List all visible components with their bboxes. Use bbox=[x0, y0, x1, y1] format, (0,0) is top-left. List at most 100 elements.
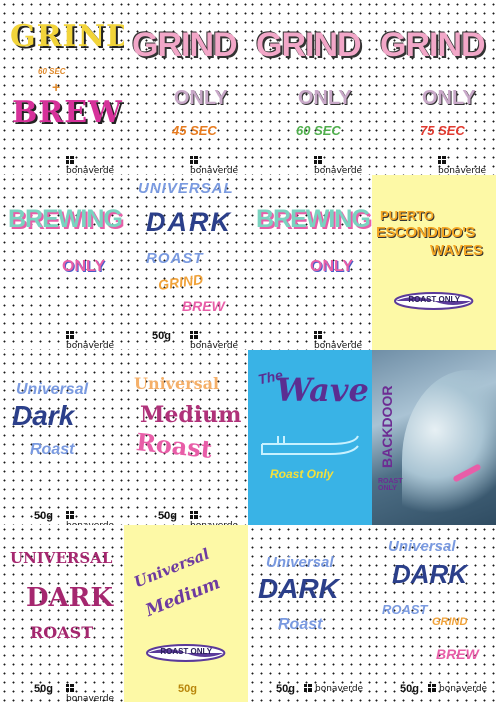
card-line-2: Dark bbox=[12, 400, 75, 431]
weight-label: 50g bbox=[152, 330, 171, 342]
card-grind-only-60: GRIND ONLY 60 SEC bonaverde bbox=[248, 0, 372, 175]
wave-photo bbox=[402, 370, 496, 520]
card-line-3: Roast bbox=[278, 616, 323, 633]
card-line-2: DARK bbox=[258, 573, 339, 604]
card-subtitle: 60 SEC bbox=[38, 67, 66, 76]
brand-logo-icon bbox=[190, 156, 198, 164]
brand-mark: bonaverde bbox=[314, 156, 372, 175]
card-grind-brew: GRIND 60 SEC + BREW bonaverde bbox=[0, 0, 124, 175]
card-grind-only-45: GRIND ONLY 45 SEC bonaverde bbox=[124, 0, 248, 175]
card-line-1: PUERTO bbox=[380, 208, 434, 223]
card-line-3: WAVES bbox=[430, 242, 484, 259]
card-line-1: Universal bbox=[266, 554, 334, 571]
card-time: 75 SEC bbox=[420, 123, 465, 138]
card-universal-dark-grind-brew: UNIVERSAL DARK ROAST GRIND BREW 50g bona… bbox=[124, 175, 248, 350]
brand-logo-icon bbox=[314, 331, 322, 339]
card-universal-medium-roast-only: Universal Medium ROAST ONLY 50g bbox=[124, 525, 248, 702]
surfboard-badge: ROAST ONLY bbox=[146, 643, 226, 663]
card-universal-dark-roast-grind-brew: Universal DARK ROAST GRIND BREW 50g bona… bbox=[372, 525, 496, 702]
card-brewing-only: BREWING ONLY bonaverde bbox=[0, 175, 124, 350]
card-line-3: Roast bbox=[30, 441, 75, 458]
weight-label: 50g bbox=[34, 510, 53, 522]
weight-label: 50g bbox=[34, 683, 53, 695]
card-line-1: UNIVERSAL bbox=[138, 180, 234, 197]
brand-mark: bonaverde bbox=[66, 511, 124, 525]
badge-label: ROAST ONLY bbox=[160, 647, 213, 656]
brand-mark: bonaverde bbox=[304, 684, 363, 694]
card-the-wave: The Wave Roast Only bbox=[248, 350, 372, 525]
card-line-3: ROAST bbox=[146, 250, 204, 267]
card-puerto-escondido: PUERTO ESCONDIDO'S WAVES ROAST ONLY bbox=[372, 175, 496, 350]
brand-mark: bonaverde bbox=[428, 684, 487, 694]
card-title: BREWING bbox=[8, 205, 123, 233]
card-title: GRIND bbox=[256, 26, 362, 64]
card-title: GRIND bbox=[132, 26, 238, 64]
card-universal-dark-roast-3: Universal DARK Roast 50g bonaverde bbox=[248, 525, 372, 702]
brand-logo-icon bbox=[190, 511, 198, 519]
card-universal-dark-roast-pink: UNIVERSAL DARK ROAST 50g bonaverde bbox=[0, 525, 124, 702]
card-universal-dark-roast: Universal Dark Roast 50g bonaverde bbox=[0, 350, 124, 525]
brand-logo-icon bbox=[66, 156, 74, 164]
card-line-2: DARK bbox=[392, 559, 468, 589]
card-universal-medium-roast: Universal Medium Roast 50g bonaverde bbox=[124, 350, 248, 525]
card-title-top: GRIND bbox=[10, 19, 124, 54]
brand-mark: bonaverde bbox=[66, 156, 124, 175]
brand-mark: bonaverde bbox=[190, 156, 248, 175]
brand-mark: bonaverde bbox=[190, 331, 248, 350]
card-subtitle: ONLY bbox=[174, 87, 228, 109]
card-line-2: DARK bbox=[146, 207, 232, 237]
weight-label: 50g bbox=[400, 683, 419, 695]
card-line-1: UNIVERSAL bbox=[10, 549, 113, 567]
label-sheet: GRIND 60 SEC + BREW bonaverde GRIND ONLY… bbox=[0, 0, 496, 702]
card-brewing-only-2: BREWING ONLY bonaverde bbox=[248, 175, 372, 350]
card-line-1: Universal bbox=[16, 381, 89, 398]
card-line-4: GRIND bbox=[157, 270, 205, 294]
card-line-1: BACKDOOR bbox=[379, 385, 395, 468]
card-line-2: ESCONDIDO'S bbox=[376, 224, 475, 241]
card-time: 60 SEC bbox=[296, 123, 341, 138]
brand-mark: bonaverde bbox=[66, 331, 124, 350]
card-subtitle: ONLY bbox=[298, 87, 352, 109]
plus-icon: + bbox=[52, 79, 61, 95]
card-line-3: Roast Only bbox=[270, 467, 334, 481]
brand-logo-icon bbox=[314, 156, 322, 164]
brand-logo-icon bbox=[304, 684, 312, 692]
card-subtitle: ONLY bbox=[62, 258, 105, 275]
brand-logo-icon bbox=[438, 156, 446, 164]
card-line-3: Roast bbox=[134, 427, 214, 464]
surfboard-outline-icon bbox=[261, 435, 359, 455]
brand-logo-icon bbox=[66, 684, 74, 692]
brand-logo-icon bbox=[428, 684, 436, 692]
card-line-2: DARK bbox=[26, 583, 113, 613]
card-line-2: ROAST ONLY bbox=[378, 478, 403, 492]
card-backdoor: BACKDOOR ROAST ONLY bbox=[372, 350, 496, 525]
brand-mark: bonaverde bbox=[66, 684, 124, 702]
weight-label: 50g bbox=[178, 683, 197, 695]
card-line-3: ROAST bbox=[30, 623, 94, 642]
card-subtitle: ONLY bbox=[422, 87, 476, 109]
card-line-2: Medium bbox=[140, 402, 242, 428]
brand-logo-icon bbox=[66, 331, 74, 339]
card-title: BREWING bbox=[256, 205, 371, 233]
card-line-4: GRIND bbox=[432, 616, 468, 628]
card-title-bottom: BREW bbox=[12, 95, 123, 130]
card-line-2: Wave bbox=[276, 371, 369, 409]
badge-label: ROAST ONLY bbox=[408, 295, 461, 304]
weight-label: 50g bbox=[158, 510, 177, 522]
card-subtitle: ONLY bbox=[310, 258, 353, 275]
brand-mark: bonaverde bbox=[438, 156, 496, 175]
card-title: GRIND bbox=[380, 26, 486, 64]
card-time: 45 SEC bbox=[172, 123, 217, 138]
brand-logo-icon bbox=[66, 511, 74, 519]
card-line-1: Universal bbox=[388, 538, 456, 555]
card-line-5: BREW bbox=[436, 646, 479, 662]
brand-mark: bonaverde bbox=[190, 511, 248, 525]
card-line-3: ROAST bbox=[382, 602, 428, 617]
brand-mark: bonaverde bbox=[314, 331, 372, 350]
card-line-5: BREW bbox=[182, 298, 225, 314]
card-line-1: Universal bbox=[134, 374, 220, 393]
surfboard-badge: ROAST ONLY bbox=[394, 291, 474, 311]
card-grind-only-75: GRIND ONLY 75 SEC bonaverde bbox=[372, 0, 496, 175]
brand-logo-icon bbox=[190, 331, 198, 339]
weight-label: 50g bbox=[276, 683, 295, 695]
